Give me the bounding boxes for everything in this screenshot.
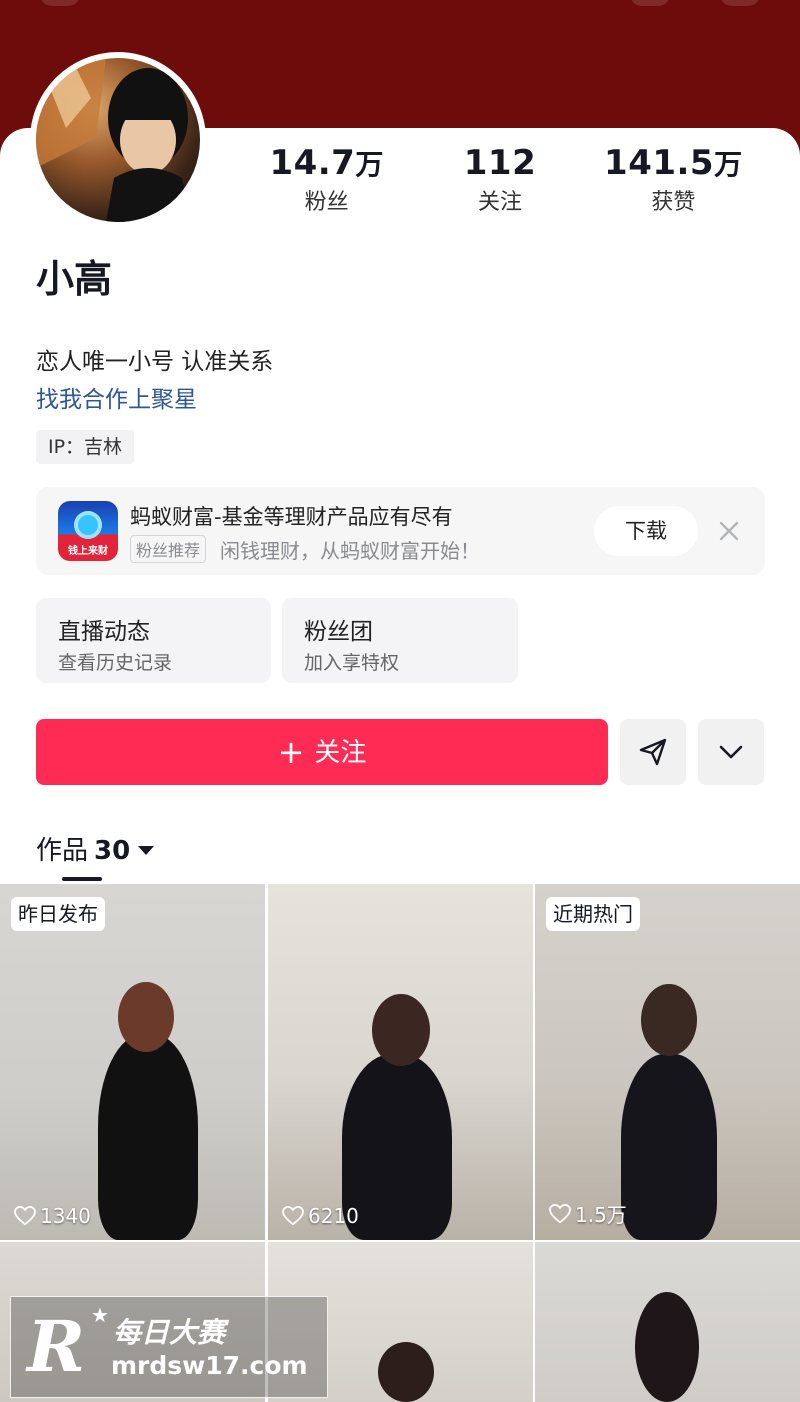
stat-value: 14.7万 [240, 142, 413, 186]
video-tile[interactable]: 昨日发布 1340 [0, 884, 265, 1240]
site-watermark: R ★ 每日大赛 mrdsw17.com [10, 1296, 328, 1398]
heart-icon [14, 1206, 36, 1226]
video-tile[interactable]: 6210 [268, 884, 533, 1240]
like-count: 6210 [282, 1204, 359, 1228]
like-count-text: 6210 [308, 1204, 359, 1228]
send-icon [639, 738, 667, 766]
video-subject-head [372, 994, 430, 1066]
message-button[interactable] [620, 719, 686, 785]
video-subject [98, 1034, 198, 1240]
video-label: 近期热门 [546, 897, 640, 931]
like-count-text: 1.5万 [575, 1203, 627, 1227]
stat-label: 关注 [477, 190, 522, 215]
video-subject [621, 1054, 717, 1240]
watermark-logo: R [27, 1305, 86, 1388]
video-label: 昨日发布 [11, 897, 105, 931]
fan-club-card[interactable]: 粉丝团 加入享特权 [282, 598, 518, 683]
ad-subtitle: 闲钱理财，从蚂蚁财富开始！ [220, 539, 480, 563]
like-count-text: 1340 [40, 1204, 91, 1228]
heart-icon [282, 1206, 304, 1226]
live-history-card[interactable]: 直播动态 查看历史记录 [36, 598, 271, 683]
like-count: 1340 [14, 1204, 91, 1228]
watermark-text: 每日大赛 [113, 1316, 226, 1349]
video-subject-head [378, 1342, 434, 1402]
profile-name: 小高 [36, 257, 113, 301]
tab-indicator [62, 877, 102, 881]
video-subject-head [641, 984, 697, 1056]
stat-following[interactable]: 112 关注 [413, 142, 586, 218]
cover-button-hint [630, 0, 670, 6]
app-icon-caption: 钱上来财 [68, 546, 108, 557]
ad-title: 蚂蚁财富-基金等理财产品应有尽有 [130, 505, 453, 529]
video-tile[interactable]: 近期热门 1.5万 [535, 884, 800, 1240]
watermark-url: mrdsw17.com [111, 1351, 308, 1380]
stat-label: 粉丝 [304, 190, 349, 215]
app-icon: 钱上来财 [58, 501, 118, 561]
tab-label: 作品 [36, 836, 89, 866]
video-subject-head [118, 982, 174, 1052]
stat-unit: 万 [355, 148, 384, 181]
chevron-down-icon [719, 745, 743, 759]
card-subtitle: 查看历史记录 [58, 652, 173, 674]
cover-button-hint [40, 0, 80, 6]
caret-down-icon [138, 846, 155, 855]
avatar-image [36, 58, 200, 222]
ip-location-tag: IP：吉林 [36, 430, 135, 464]
download-button[interactable]: 下载 [594, 506, 698, 556]
tab-works[interactable]: 作品 30 [36, 830, 155, 867]
ad-badge: 粉丝推荐 [130, 535, 207, 563]
stat-label: 获赞 [651, 190, 696, 215]
ad-banner[interactable]: 钱上来财 蚂蚁财富-基金等理财产品应有尽有 粉丝推荐 闲钱理财，从蚂蚁财富开始！… [36, 487, 765, 575]
card-title: 直播动态 [58, 619, 150, 645]
bio-link[interactable]: 找我合作上聚星 [36, 380, 197, 414]
works-count: 30 [94, 836, 131, 866]
close-icon[interactable] [714, 516, 744, 546]
card-title: 粉丝团 [304, 619, 373, 645]
video-tile[interactable] [535, 1242, 800, 1402]
stat-followers[interactable]: 14.7万 粉丝 [240, 142, 413, 218]
profile-bio: 恋人唯一小号 认准关系 [36, 349, 274, 375]
stat-likes[interactable]: 141.5万 获赞 [587, 142, 760, 218]
stat-number: 112 [463, 143, 537, 183]
profile-stats: 14.7万 粉丝 112 关注 141.5万 获赞 [240, 142, 760, 218]
stat-number: 141.5 [604, 143, 715, 183]
stat-value: 141.5万 [587, 142, 760, 186]
video-subject-head [635, 1292, 699, 1402]
heart-icon [549, 1203, 571, 1223]
avatar[interactable] [30, 52, 206, 228]
star-icon: ★ [91, 1303, 109, 1327]
more-button[interactable] [698, 719, 764, 785]
follow-label: 关注 [314, 738, 367, 768]
follow-button[interactable]: + 关注 [36, 719, 608, 785]
like-count: 1.5万 [549, 1199, 627, 1228]
stat-unit: 万 [714, 148, 743, 181]
plus-icon: + [277, 733, 305, 771]
stat-value: 112 [413, 142, 586, 186]
stat-number: 14.7 [269, 143, 356, 183]
cover-button-hint [720, 0, 760, 6]
card-subtitle: 加入享特权 [304, 652, 400, 674]
app-icon-mascot [74, 511, 102, 539]
